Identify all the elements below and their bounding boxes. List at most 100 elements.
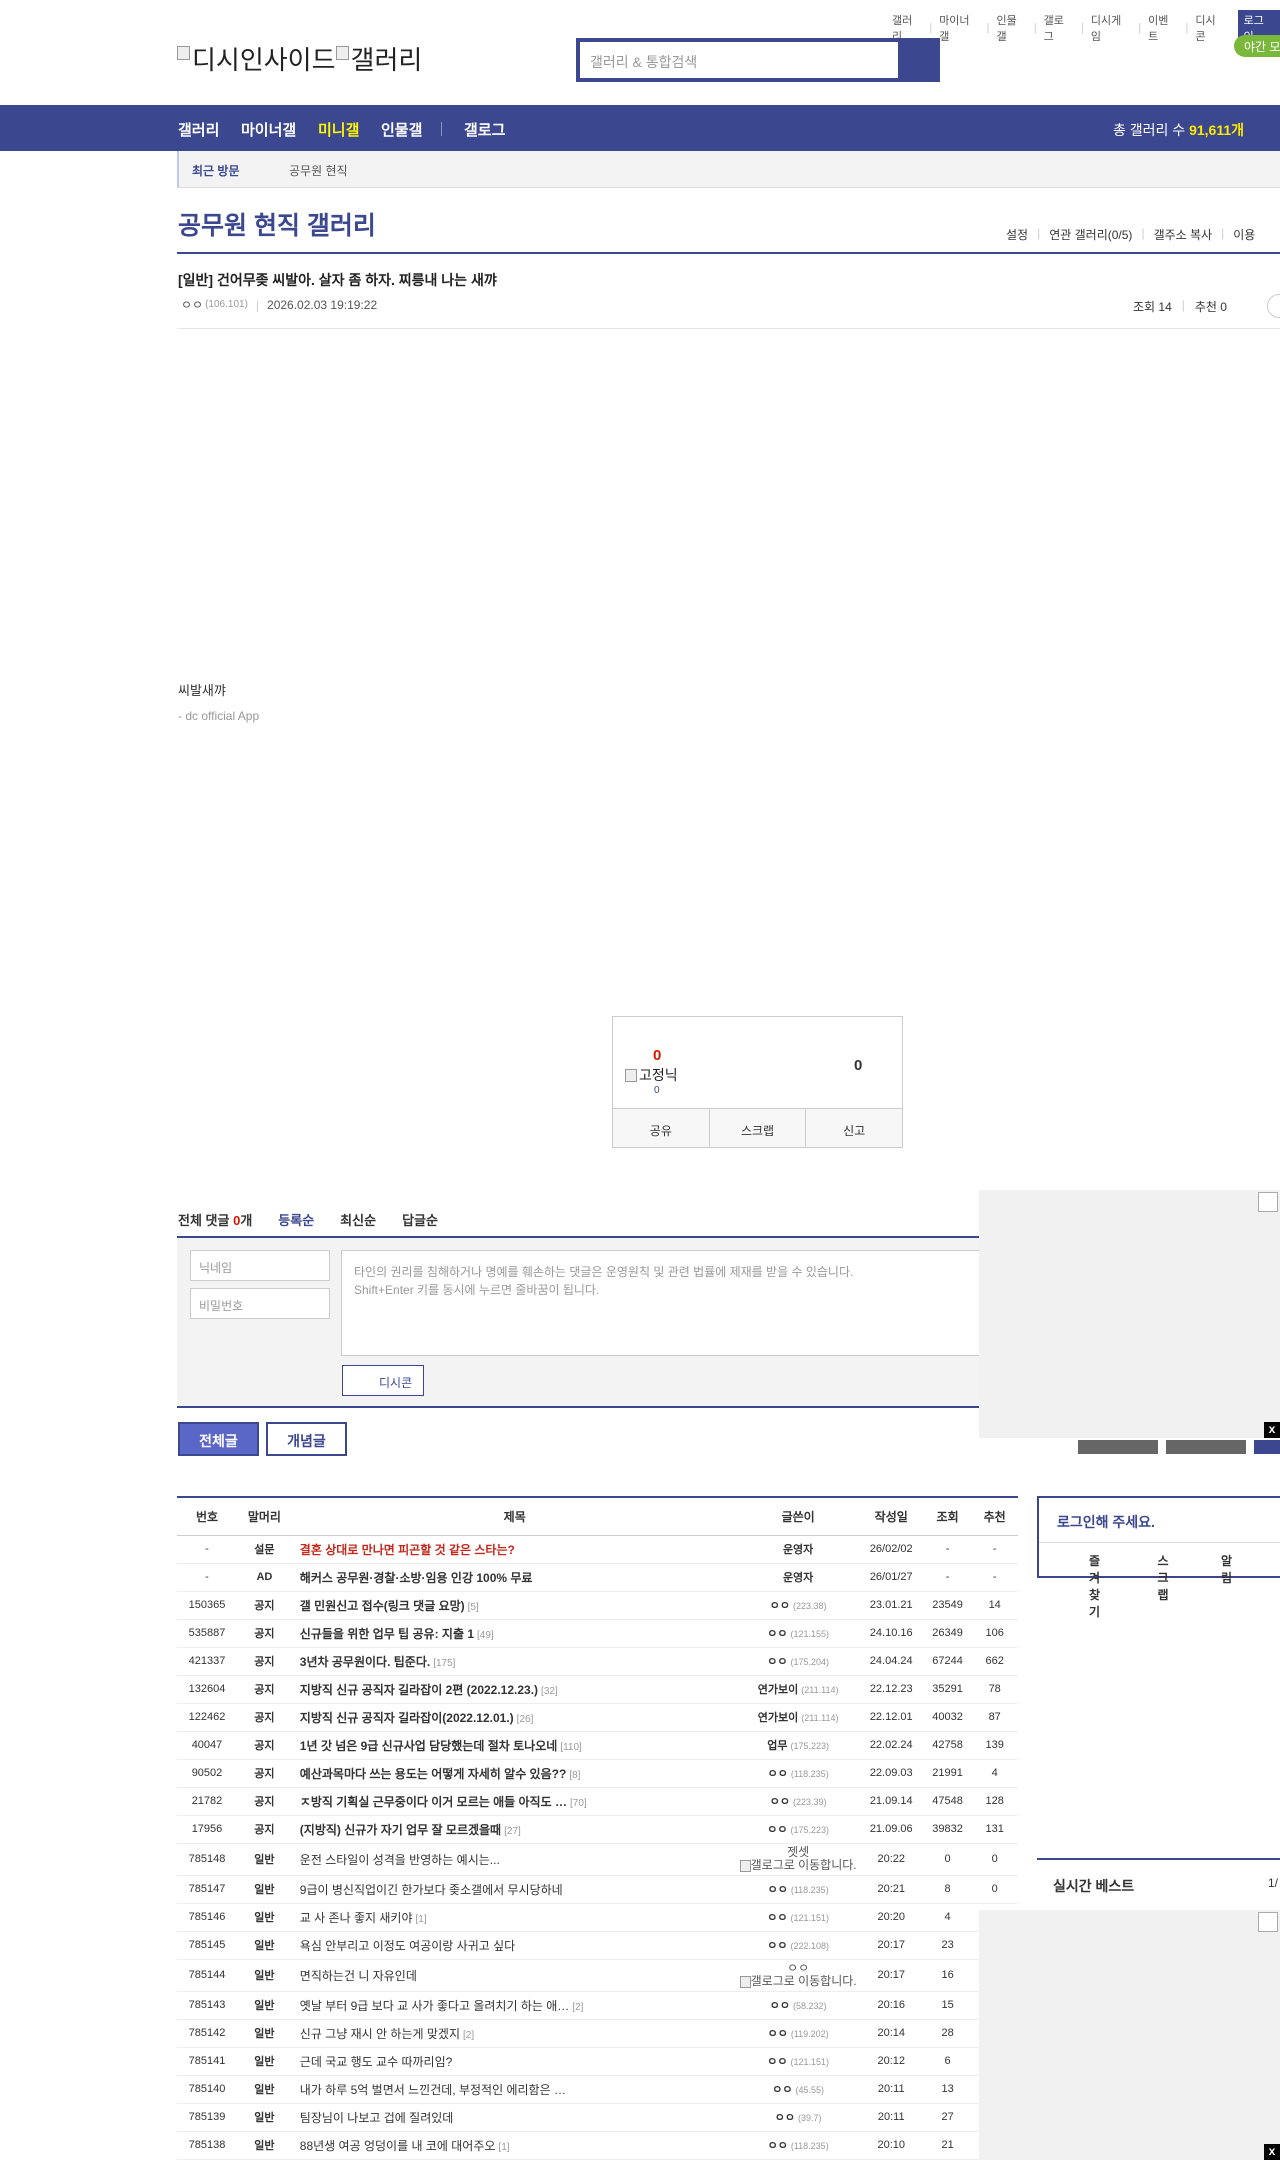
recent-visit-label[interactable]: 최근 방문: [192, 162, 240, 179]
table-row[interactable]: 785146 일반 교 사 존나 좋지 새키야 [1] ㅇㅇ (121.151) 20:20…: [177, 1903, 1018, 1932]
writer-name[interactable]: ㅇㅇ: [768, 1884, 788, 1896]
sort-latest[interactable]: 최신순: [340, 1210, 376, 1229]
table-row[interactable]: 785138 일반 88년생 여공 엉덩이를 내 코에 대어주오 [1] ㅇㅇ (118.…: [177, 2131, 1018, 2160]
writer-name[interactable]: ㅇㅇ: [772, 2084, 792, 2096]
ad-banner[interactable]: x: [979, 1190, 1280, 1438]
post-link[interactable]: ㅈ방직 기획실 근무중이다 이거 모르는 애들 아직도 …: [300, 1795, 567, 1809]
scrap-button[interactable]: 스크랩: [710, 1109, 807, 1147]
notification-link[interactable]: 알림: [1221, 1552, 1232, 1620]
nav-person[interactable]: 인물갤: [381, 119, 422, 140]
table-row[interactable]: 21782 공지 ㅈ방직 기획실 근무중이다 이거 모르는 애들 아직도 … [70]…: [177, 1787, 1018, 1816]
recent-visit-item[interactable]: 공무원 현직: [289, 162, 348, 179]
writer-name[interactable]: ㅇㅇ: [767, 2056, 787, 2068]
table-row[interactable]: 535887 공지 신규들을 위한 업무 팁 공유: 지출 1 [49] ㅇㅇ (121.…: [177, 1619, 1018, 1648]
reply-count[interactable]: [2]: [572, 2002, 583, 2013]
post-link[interactable]: 88년생 여공 엉덩이를 내 코에 대어주오: [300, 2139, 496, 2153]
table-row[interactable]: 785140 일반 내가 하루 5억 벌면서 느낀건데, 부정적인 에리함은 … ㅇㅇ…: [177, 2075, 1018, 2104]
gallog-link[interactable]: 갤로그로 이동합니다.: [738, 1975, 859, 1988]
table-row[interactable]: 785145 일반 욕심 안부리고 이정도 여공이랑 사귀고 싶다 ㅇㅇ (222.10…: [177, 1931, 1018, 1960]
gallog-link[interactable]: 갤로그로 이동합니다.: [738, 1859, 859, 1872]
top-link-person[interactable]: 인물갤: [996, 12, 1026, 44]
post-writer[interactable]: ㅇㅇ: [181, 296, 203, 313]
post-link[interactable]: 결혼 상대로 만나면 피곤할 것 같은 스타는?: [300, 1543, 515, 1557]
reply-count[interactable]: [175]: [433, 1658, 455, 1669]
writer-name[interactable]: ㅇㅇ: [767, 1656, 787, 1668]
share-button[interactable]: 공유: [613, 1109, 710, 1147]
table-row[interactable]: - 설문 결혼 상대로 만나면 피곤할 것 같은 스타는? 운영자 26/02/02- -: [177, 1535, 1018, 1564]
realtime-best-page[interactable]: 1/: [1268, 1876, 1278, 1890]
close-icon[interactable]: x: [1264, 2144, 1280, 2160]
site-logo[interactable]: 디시인사이드 갤러리: [177, 40, 422, 77]
reply-count[interactable]: [1]: [498, 2142, 509, 2153]
post-link[interactable]: 욕심 안부리고 이정도 여공이랑 사귀고 싶다: [300, 1939, 515, 1953]
top-link-game[interactable]: 디시게임: [1091, 12, 1131, 44]
writer-name[interactable]: ㅇㅇ: [770, 1796, 790, 1808]
table-row[interactable]: 785148 일반 운전 스타일이 성격을 반영하는 예시는... 젯셋 갤로그로 이동…: [177, 1843, 1018, 1876]
reply-count[interactable]: [2]: [463, 2030, 474, 2041]
writer-name[interactable]: ㅇㅇ: [775, 2112, 795, 2124]
writer-name[interactable]: 운영자: [783, 1572, 813, 1584]
recommend-down-count[interactable]: 0: [854, 1057, 862, 1074]
top-link-minor[interactable]: 마이너갤: [939, 12, 979, 44]
search-input[interactable]: 갤러리 & 통합검색: [580, 42, 898, 78]
post-link[interactable]: 교 사 존나 좋지 새키야: [300, 1911, 413, 1925]
tab-all-posts[interactable]: 전체글: [178, 1422, 259, 1456]
post-link[interactable]: 갤 민원신고 접수(링크 댓글 요망): [300, 1599, 465, 1613]
writer-name[interactable]: ㅇㅇ: [770, 1600, 790, 1612]
related-gallery[interactable]: 연관 갤러리(0/5): [1049, 226, 1132, 243]
post-link[interactable]: 옛날 부터 9급 보다 교 사가 좋다고 올려치기 하는 애…: [300, 1999, 569, 2013]
post-link[interactable]: 지방직 신규 공직자 길라잡이(2022.12.01.): [300, 1711, 514, 1725]
table-row[interactable]: 785139 일반 팀장님이 나보고 겁에 질려있데 ㅇㅇ (39.7) 20:11 27: [177, 2103, 1018, 2132]
sort-registered[interactable]: 등록순: [278, 1210, 314, 1229]
post-link[interactable]: 신규들을 위한 업무 팁 공유: 지출 1: [300, 1627, 474, 1641]
top-link-event[interactable]: 이벤트: [1148, 12, 1178, 44]
post-link[interactable]: 9급이 병신직업이긴 한가보다 좆소갤에서 무시당하네: [300, 1883, 563, 1897]
reply-count[interactable]: [1]: [416, 1914, 427, 1925]
password-field[interactable]: 비밀번호: [190, 1288, 330, 1319]
table-row[interactable]: 132604 공지 지방직 신규 공직자 길라잡이 2편 (2022.12.23.)…: [177, 1675, 1018, 1704]
gallery-settings[interactable]: 설정: [1006, 226, 1028, 243]
reply-count[interactable]: [26]: [517, 1714, 534, 1725]
post-link[interactable]: 운전 스타일이 성격을 반영하는 예시는...: [300, 1853, 500, 1867]
post-link[interactable]: 신규 그냥 재시 안 하는게 맞겠지: [300, 2027, 460, 2041]
table-row[interactable]: - AD 해커스 공무원·경찰·소방·임용 인강 100% 무료 운영자 26/01/2…: [177, 1563, 1018, 1592]
writer-name[interactable]: ㅇㅇ: [768, 1768, 788, 1780]
table-row[interactable]: 17956 공지 (지방직) 신규가 자기 업무 잘 모르겠을때 [27] ㅇㅇ (175…: [177, 1815, 1018, 1844]
table-row[interactable]: 122462 공지 지방직 신규 공직자 길라잡이(2022.12.01.) [26]…: [177, 1703, 1018, 1732]
nav-minor[interactable]: 마이너갤: [241, 119, 296, 140]
post-more-button[interactable]: [1267, 294, 1280, 318]
table-row[interactable]: 785147 일반 9급이 병신직업이긴 한가보다 좆소갤에서 무시당하네 ㅇㅇ (11…: [177, 1875, 1018, 1904]
writer-name[interactable]: ㅇㅇ: [768, 2028, 788, 2040]
writer-name[interactable]: ㅇㅇ: [770, 2000, 790, 2012]
table-row[interactable]: 90502 공지 예산과목마다 쓰는 용도는 어떻게 자세히 알수 있음?? [8] ㅇ…: [177, 1759, 1018, 1788]
writer-name[interactable]: ㅇㅇ: [767, 1628, 787, 1640]
post-link[interactable]: 해커스 공무원·경찰·소방·임용 인강 100% 무료: [300, 1571, 533, 1585]
nav-gallery[interactable]: 갤러리: [178, 119, 219, 140]
post-link[interactable]: 면직하는건 니 자유인데: [300, 1969, 417, 1983]
writer-name[interactable]: 업무: [767, 1740, 787, 1752]
table-row[interactable]: 785141 일반 근데 국교 행도 교수 따까리임? ㅇㅇ (121.151) 20:1…: [177, 2047, 1018, 2076]
gallery-title[interactable]: 공무원 현직 갤러리: [178, 206, 376, 242]
scrap-link[interactable]: 스크랩: [1158, 1552, 1173, 1620]
recommend-up-count[interactable]: 0: [653, 1047, 661, 1064]
writer-name[interactable]: 운영자: [783, 1544, 813, 1556]
login-prompt[interactable]: 로그인해 주세요.: [1057, 1512, 1155, 1532]
nav-mini[interactable]: 미니갤: [318, 119, 359, 140]
night-mode-button[interactable]: 야간 모드: [1234, 35, 1280, 57]
report-button[interactable]: 신고: [806, 1109, 902, 1147]
top-link-gallog[interactable]: 갤로그: [1044, 12, 1074, 44]
post-link[interactable]: 근데 국교 행도 교수 따까리임?: [300, 2055, 453, 2069]
writer-name[interactable]: 연가보이: [758, 1684, 798, 1696]
table-row[interactable]: 150365 공지 갤 민원신고 접수(링크 댓글 요망) [5] ㅇㅇ (223.38)…: [177, 1591, 1018, 1620]
copy-gallery-address[interactable]: 갤주소 복사: [1154, 226, 1213, 243]
post-link[interactable]: 지방직 신규 공직자 길라잡이 2편 (2022.12.23.): [300, 1683, 538, 1697]
post-link[interactable]: 3년차 공무원이다. 팁준다.: [300, 1655, 430, 1669]
nickname-field[interactable]: 닉네임: [190, 1250, 330, 1281]
reply-count[interactable]: [110]: [560, 1742, 582, 1753]
table-row[interactable]: 421337 공지 3년차 공무원이다. 팁준다. [175] ㅇㅇ (175.204) 2…: [177, 1647, 1018, 1676]
favorites-link[interactable]: 즐겨찾기: [1089, 1552, 1110, 1620]
reply-count[interactable]: [5]: [468, 1602, 479, 1613]
reply-count[interactable]: [8]: [569, 1770, 580, 1781]
sort-replies[interactable]: 답글순: [402, 1210, 438, 1229]
top-link-dccon[interactable]: 디시콘: [1195, 12, 1225, 44]
